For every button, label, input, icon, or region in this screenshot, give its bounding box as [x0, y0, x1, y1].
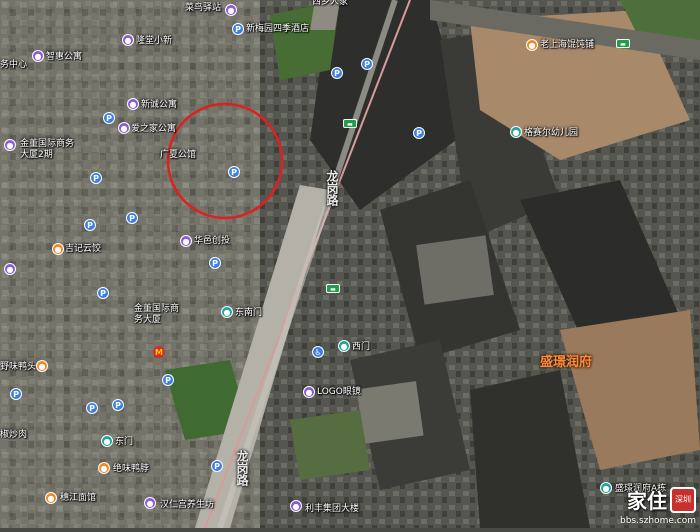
parking-pin-icon[interactable]: P [162, 374, 174, 386]
label-jiji-yunjiao[interactable]: 吉记云饺 [65, 244, 101, 255]
label-ximen[interactable]: 西门 [352, 342, 370, 353]
label-juewei-yabo[interactable]: 绝味鸭脖 [113, 464, 149, 475]
parking-pin-icon[interactable]: P [209, 257, 221, 269]
parking-pin-icon[interactable]: P [10, 388, 22, 400]
venue-pin-icon[interactable]: ● [225, 4, 237, 16]
parking-pin-icon[interactable]: P [331, 67, 343, 79]
label-yewei-yatou[interactable]: 野味鸭头 [0, 362, 36, 373]
parking-pin-icon[interactable]: P [86, 402, 98, 414]
gate-pin-icon[interactable]: ● [338, 340, 350, 352]
road-label-upper: 龙岗路 [325, 170, 339, 206]
parking-pin-icon[interactable]: P [112, 399, 124, 411]
label-laoshanghai[interactable]: 老上海馄饨铺 [540, 40, 594, 51]
venue-pin-icon[interactable]: ● [122, 34, 134, 46]
label-chaorou[interactable]: 椒炒肉 [0, 430, 27, 441]
gate-pin-icon[interactable]: ● [101, 435, 113, 447]
label-aizhijia-apartment[interactable]: 爱之家公寓 [131, 124, 176, 135]
label-xinmeiyuan-hotel[interactable]: 新梅园四季酒店 [246, 24, 309, 35]
watermark-badge: 深圳 [670, 486, 696, 513]
label-dongnanmen[interactable]: 东南门 [235, 308, 262, 319]
venue-pin-icon[interactable]: ● [4, 263, 16, 275]
satellite-imagery [0, 0, 700, 529]
label-jinzhong-intl-building[interactable]: 金董国际商务大厦 [134, 304, 182, 326]
school-pin-icon[interactable]: ● [510, 126, 522, 138]
road-label-lower: 龙岗路 [235, 450, 249, 486]
parking-pin-icon[interactable]: P [361, 58, 373, 70]
label-logo-optics[interactable]: LOGO眼镜 [317, 387, 361, 398]
label-dongmen[interactable]: 东门 [115, 437, 133, 448]
label-suijiang-restaurant[interactable]: 穗江面馆 [60, 493, 96, 504]
parking-pin-icon[interactable]: P [232, 23, 244, 35]
venue-pin-icon[interactable]: ● [4, 139, 16, 151]
watermark-url: bbs.szhome.com [620, 516, 696, 526]
bus-stop-icon[interactable]: ▬ [326, 284, 340, 293]
parking-pin-icon[interactable]: P [90, 172, 102, 184]
label-longtang-xiaoxin[interactable]: 隆堂小新 [136, 36, 172, 47]
label-huayi-chuangtou[interactable]: 华邑创投 [194, 236, 230, 247]
venue-pin-icon[interactable]: ● [144, 497, 156, 509]
watermark-text: 家住 [627, 489, 667, 513]
label-shenghui-runfu[interactable]: 盛璟润府 [540, 356, 592, 369]
venue-pin-icon[interactable]: ● [127, 98, 139, 110]
parking-pin-icon[interactable]: P [103, 112, 115, 124]
parking-pin-icon[interactable]: P [126, 212, 138, 224]
bus-stop-icon[interactable]: ▬ [343, 119, 357, 128]
bus-stop-icon[interactable]: ▬ [616, 39, 630, 48]
food-pin-icon[interactable]: ● [45, 492, 57, 504]
venue-pin-icon[interactable]: ● [290, 500, 302, 512]
parking-pin-icon[interactable]: P [84, 219, 96, 231]
label-caiwu-station[interactable]: 菜鸟驿站 [185, 3, 221, 14]
food-pin-icon[interactable]: ● [36, 360, 48, 372]
mcdonalds-icon[interactable]: M [153, 346, 165, 358]
parking-pin-icon[interactable]: P [211, 460, 223, 472]
label-hanren-shengwu[interactable]: 汉仁宫养生坊 [160, 500, 214, 511]
food-pin-icon[interactable]: ● [98, 462, 110, 474]
label-guangxia-apartment[interactable]: 广夏公馆 [160, 150, 196, 161]
building-pin-icon[interactable]: ● [600, 482, 612, 494]
venue-pin-icon[interactable]: ● [32, 50, 44, 62]
gate-pin-icon[interactable]: ● [221, 306, 233, 318]
venue-pin-icon[interactable]: ● [118, 122, 130, 134]
label-wu-center[interactable]: 务中心 [0, 60, 27, 71]
restroom-pin-icon[interactable]: ♿ [312, 346, 324, 358]
label-lifeng-group[interactable]: 利丰集团大楼 [305, 504, 359, 515]
label-gesai-kindergarten[interactable]: 格赛尔幼儿园 [524, 128, 578, 139]
shop-pin-icon[interactable]: ● [303, 386, 315, 398]
label-xinshi-apartment[interactable]: 新诚公寓 [141, 100, 177, 111]
label-jinzhong-intl-2[interactable]: 金董国际商务大厦2期 [20, 139, 76, 161]
watermark-logo: 家住 深圳 [627, 485, 696, 514]
label-zhihui-apartment[interactable]: 智惠公寓 [46, 52, 82, 63]
venue-pin-icon[interactable]: ● [180, 235, 192, 247]
parking-pin-icon[interactable]: P [413, 127, 425, 139]
satellite-map[interactable]: 菜鸟驿站 西乡人家 新梅园四季酒店 隆堂小新 智惠公寓 务中心 新诚公寓 爱之家… [0, 0, 700, 529]
label-xisanren-home[interactable]: 西乡人家 [312, 0, 348, 8]
food-pin-icon[interactable]: ● [526, 39, 538, 51]
food-pin-icon[interactable]: ● [52, 243, 64, 255]
parking-pin-icon[interactable]: P [97, 287, 109, 299]
parking-pin-icon[interactable]: P [228, 166, 240, 178]
